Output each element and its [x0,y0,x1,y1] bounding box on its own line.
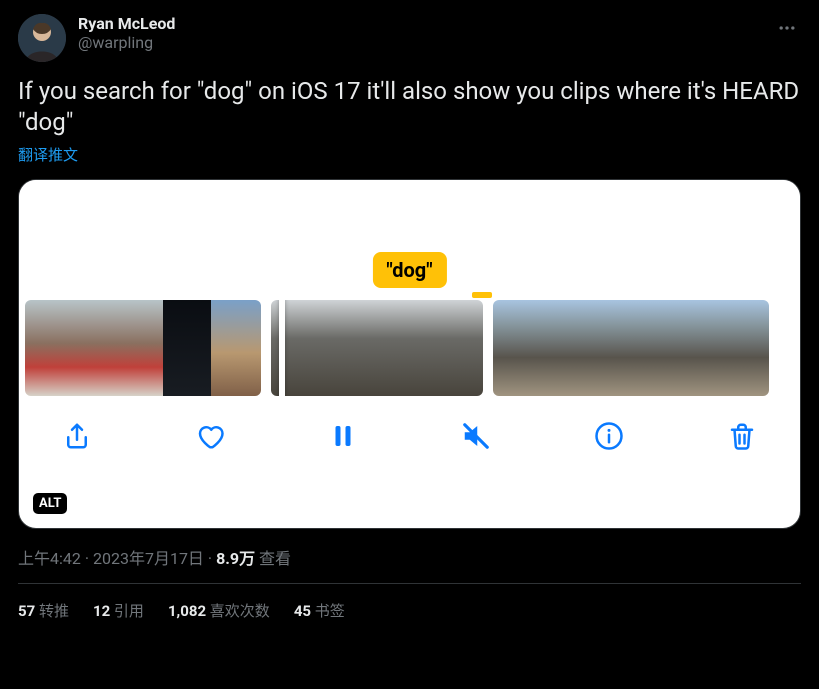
tweet-header: Ryan McLeod @warpling [18,14,801,62]
translate-link[interactable]: 翻译推文 [18,144,78,165]
video-filmstrip[interactable] [19,300,800,396]
views-label: 查看 [259,549,291,568]
clip-group-active[interactable] [271,300,483,396]
quotes-label: 引用 [114,602,144,620]
bookmarks-stat[interactable]: 45 书签 [294,600,345,621]
bookmarks-count: 45 [294,602,311,620]
video-thumbnail [585,300,631,396]
playhead[interactable] [279,300,285,396]
post-date[interactable]: 2023年7月17日 [93,549,204,568]
video-thumbnail [723,300,769,396]
more-options-button[interactable] [773,14,801,46]
video-thumbnail [211,300,261,396]
views-count[interactable]: 8.9万 [216,549,255,568]
retweets-count: 57 [18,602,35,620]
tweet-meta: 上午4:42 · 2023年7月17日 · 8.9万 查看 [18,545,801,569]
caption-marker [472,292,492,298]
video-thumbnail [71,300,117,396]
quotes-count: 12 [93,602,110,620]
tweet-text: If you search for "dog" on iOS 17 it'll … [18,76,801,138]
info-icon[interactable] [593,420,625,452]
tweet-stats: 57 转推 12 引用 1,082 喜欢次数 45 书签 [18,584,801,631]
heart-icon[interactable] [194,420,226,452]
video-toolbar [19,396,800,472]
retweets-stat[interactable]: 57 转推 [18,600,69,621]
display-name[interactable]: Ryan McLeod [78,14,761,33]
pause-icon[interactable] [327,420,359,452]
post-time[interactable]: 上午4:42 [18,549,81,568]
video-thumbnail [493,300,539,396]
video-thumbnail [677,300,723,396]
author-name-block: Ryan McLeod @warpling [78,14,761,52]
media-card[interactable]: "dog" [18,179,801,529]
trash-icon[interactable] [726,420,758,452]
likes-count: 1,082 [168,602,206,620]
media-top-area: "dog" [19,180,800,300]
avatar[interactable] [18,14,66,62]
video-thumbnail [430,300,483,396]
likes-label: 喜欢次数 [210,602,270,620]
video-thumbnail [377,300,430,396]
quotes-stat[interactable]: 12 引用 [93,600,144,621]
share-icon[interactable] [61,420,93,452]
user-handle[interactable]: @warpling [78,33,761,52]
alt-badge[interactable]: ALT [33,493,67,514]
video-thumbnail [324,300,377,396]
video-thumbnail [539,300,585,396]
video-thumbnail [117,300,163,396]
video-thumbnail [631,300,677,396]
likes-stat[interactable]: 1,082 喜欢次数 [168,600,270,621]
retweets-label: 转推 [39,602,69,620]
clip-group[interactable] [25,300,261,396]
bookmarks-label: 书签 [315,602,345,620]
video-thumbnail [25,300,71,396]
mute-icon[interactable] [460,420,492,452]
tweet-container: Ryan McLeod @warpling If you search for … [0,0,819,641]
video-thumbnail [163,300,211,396]
caption-bubble: "dog" [372,252,446,288]
clip-group[interactable] [493,300,769,396]
